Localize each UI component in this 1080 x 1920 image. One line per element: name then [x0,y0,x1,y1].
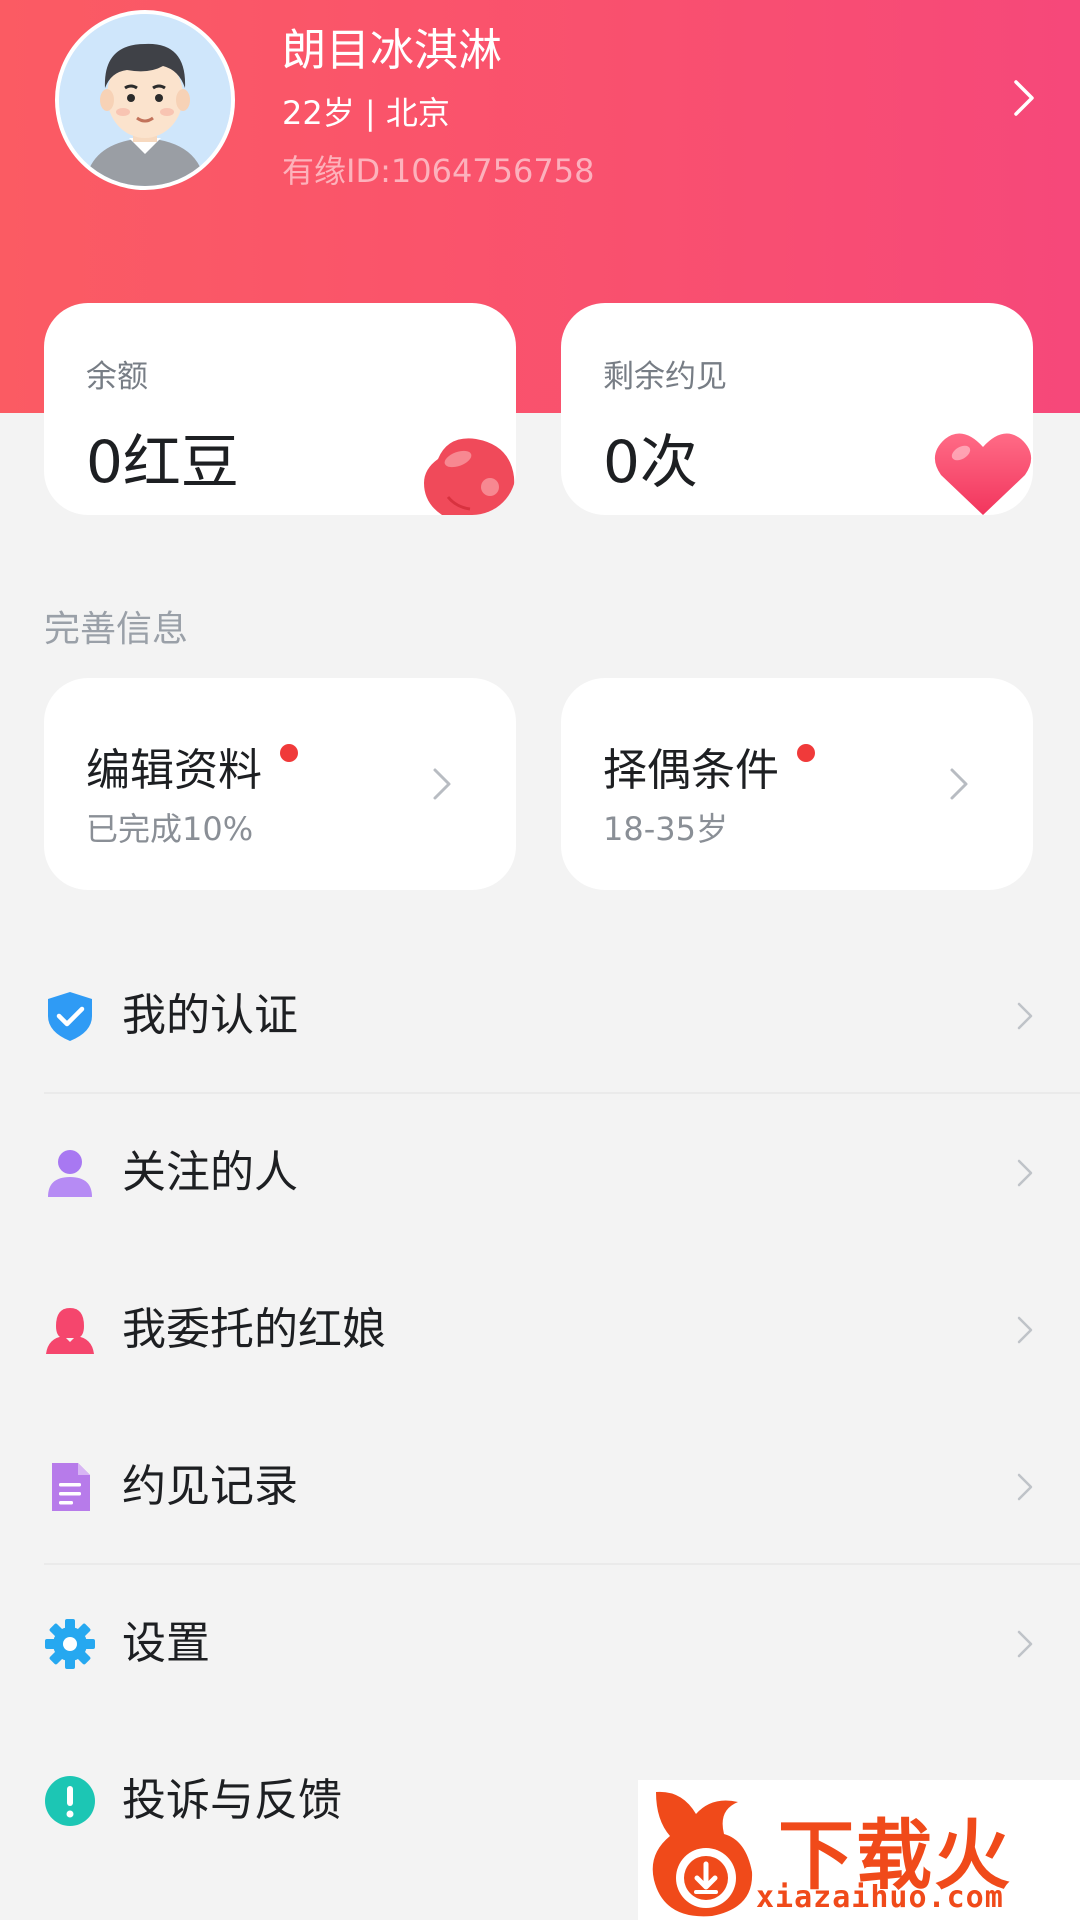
menu-label: 我的认证 [122,990,298,1041]
menu-label: 约见记录 [122,1461,298,1512]
watermark: 下载火 xiazaihuo.com [638,1780,1080,1920]
notification-dot [797,744,815,762]
edit-profile-card[interactable]: 编辑资料 已完成10% [44,678,516,890]
matchmaker-icon [46,1308,94,1354]
chevron-right-icon [1017,1002,1033,1030]
user-age-city: 22岁 | 北京 [282,94,450,132]
flame-logo-icon [652,1791,753,1917]
watermark-url: xiazaihuo.com [756,1880,1004,1915]
divider [44,1563,1080,1565]
profile-page: 朗目冰淇淋 22岁 | 北京 有缘ID:1064756758 余额 0红豆 剩余… [0,0,1080,1920]
red-bean-icon [424,438,515,515]
menu-label: 投诉与反馈 [122,1775,342,1826]
person-icon [48,1150,92,1197]
balance-card[interactable]: 余额 0红豆 [44,303,516,515]
menu-label: 我委托的红娘 [122,1304,386,1355]
verified-shield-icon [48,992,92,1041]
menu-item-matchmaker[interactable]: 我委托的红娘 [0,1252,1080,1408]
avatar-illustration-icon [59,14,231,186]
menu-item-meeting-records[interactable]: 约见记录 [0,1409,1080,1565]
document-icon [52,1463,90,1511]
menu-label: 设置 [122,1618,210,1669]
chevron-right-icon [1017,1159,1033,1187]
edit-profile-progress: 已完成10% [86,810,254,848]
section-title: 完善信息 [44,609,189,650]
chevron-right-icon [1017,1473,1033,1501]
remaining-meetings-card[interactable]: 剩余约见 0次 [561,303,1033,515]
remaining-meetings-label: 剩余约见 [603,359,727,395]
divider [44,1092,1080,1094]
chevron-right-icon [950,768,968,800]
partner-criteria-card[interactable]: 择偶条件 18-35岁 [561,678,1033,890]
heart-icon [934,433,1032,515]
chevron-right-icon [433,768,451,800]
chevron-right-icon [1017,1316,1033,1344]
user-name: 朗目冰淇淋 [282,25,502,76]
gear-icon [45,1619,95,1669]
menu-label: 关注的人 [122,1147,298,1198]
menu-item-settings[interactable]: 设置 [0,1566,1080,1722]
edit-profile-title: 编辑资料 [86,745,262,796]
remaining-meetings-value: 0次 [603,428,698,496]
partner-criteria-title: 择偶条件 [603,745,779,796]
chevron-right-icon [1017,1630,1033,1658]
exclamation-icon [45,1776,95,1826]
menu-item-following[interactable]: 关注的人 [0,1095,1080,1251]
avatar[interactable] [55,10,235,190]
balance-value: 0红豆 [86,428,239,496]
notification-dot [280,744,298,762]
user-id: 有缘ID:1064756758 [282,152,595,190]
balance-label: 余额 [86,359,148,395]
chevron-right-icon[interactable] [1008,78,1040,118]
menu-item-verification[interactable]: 我的认证 [0,938,1080,1094]
partner-criteria-range: 18-35岁 [603,810,728,848]
